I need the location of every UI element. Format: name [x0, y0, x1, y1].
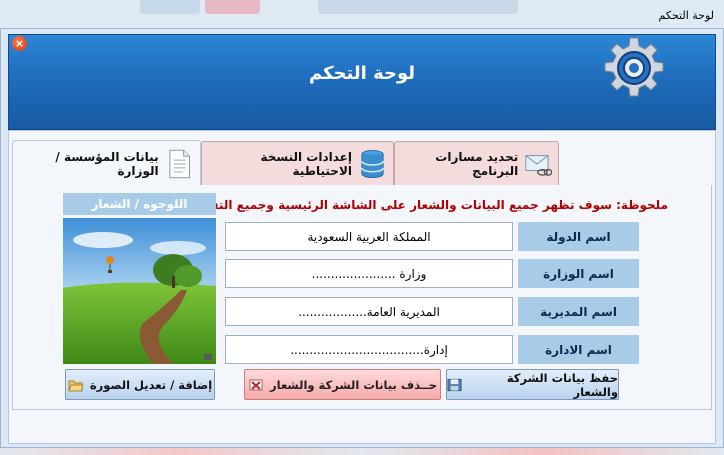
directorate-field[interactable] [225, 297, 513, 326]
close-icon[interactable]: × [12, 36, 27, 51]
save-button-label: حفظ بيانات الشركة والشعار [506, 370, 618, 399]
department-field[interactable] [225, 335, 513, 364]
ministry-label: اسم الوزارة [518, 259, 639, 288]
country-label: اسم الدولة [518, 222, 639, 251]
document-icon [169, 149, 190, 178]
window-title: لوحة التحكم [658, 9, 714, 22]
tab-paths[interactable]: تحديد مسارات البرنامج [394, 141, 559, 185]
delete-icon [249, 379, 263, 390]
tab-organization-label: بيانات المؤسسة / الوزارة [55, 149, 159, 178]
save-company-button[interactable]: حفظ بيانات الشركة والشعار [446, 369, 619, 400]
delete-company-button[interactable]: حــذف بيانات الشركة والشعار [244, 369, 441, 400]
folder-open-icon [68, 380, 84, 391]
database-icon [361, 149, 384, 178]
directorate-label: اسم المديرية [518, 297, 639, 326]
tab-backup-label: إعدادات النسخة الاحتياطية [260, 149, 352, 178]
edit-image-button[interactable]: إضافة / تعديل الصورة [65, 369, 215, 400]
tab-organization[interactable]: بيانات المؤسسة / الوزارة [12, 140, 201, 186]
background-window-bottom [0, 448, 724, 455]
delete-button-label: حــذف بيانات الشركة والشعار [270, 377, 438, 392]
logo-label: اللوجوه / الشعار [63, 193, 216, 215]
save-disk-icon [447, 378, 462, 391]
gear-icon [604, 37, 664, 97]
department-label: اسم الادارة [518, 335, 639, 364]
ministry-field[interactable] [225, 259, 513, 288]
tab-backup[interactable]: إعدادات النسخة الاحتياطية [201, 141, 394, 185]
envelope-link-icon [525, 154, 552, 176]
image-button-label: إضافة / تعديل الصورة [89, 377, 213, 392]
background-window-strip [0, 0, 724, 28]
country-field[interactable] [225, 222, 513, 251]
tab-paths-label: تحديد مسارات البرنامج [435, 149, 519, 178]
info-note: ملحوظة: سوف تظهر جميع البيانات والشعار ع… [186, 198, 668, 212]
logo-image [63, 218, 216, 364]
